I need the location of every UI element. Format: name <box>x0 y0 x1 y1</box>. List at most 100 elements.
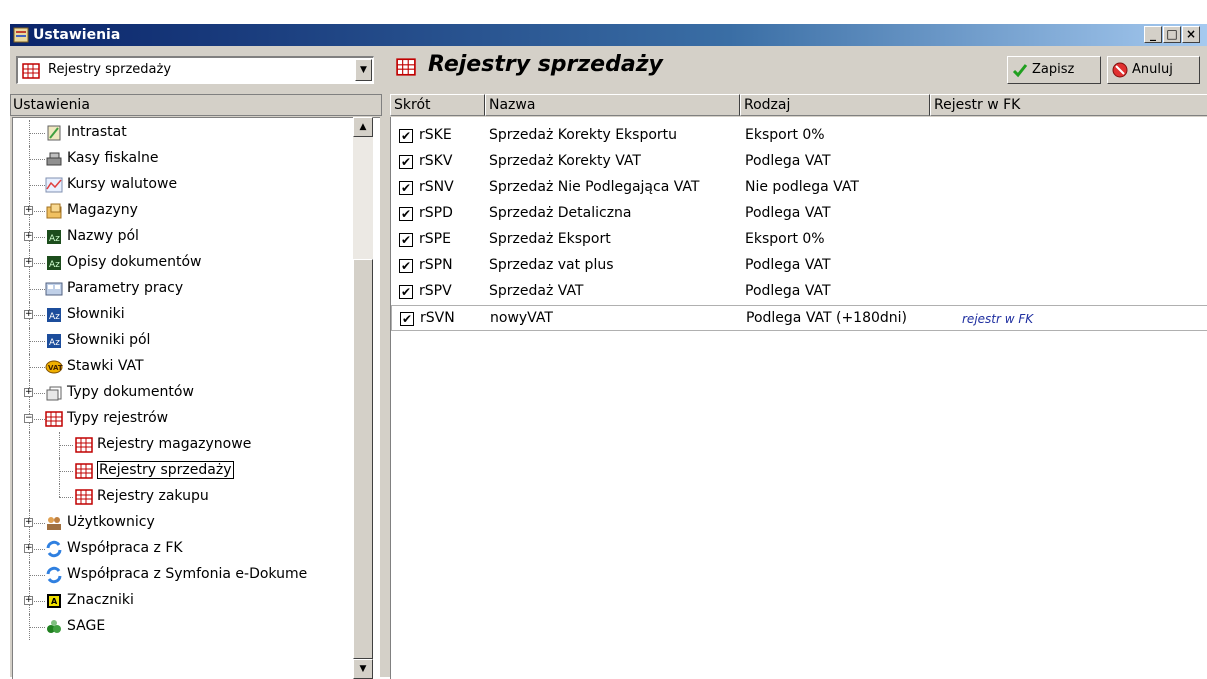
column-header-fk-register[interactable]: Rejestr w FK <box>930 94 1207 116</box>
combo-value: Rejestry sprzedaży <box>48 62 172 77</box>
tree-item[interactable]: SAGE <box>13 614 363 640</box>
row-checkbox[interactable]: ✔ <box>399 259 413 273</box>
vat-icon: VAT <box>45 360 63 374</box>
column-header-kind[interactable]: Rodzaj <box>740 94 930 116</box>
tree-item-label: Rejestry magazynowe <box>97 436 252 452</box>
settings-navigator: Rejestry sprzedaży ▼ Ustawienia Intrasta… <box>10 46 384 679</box>
register-icon <box>75 463 93 479</box>
expand-icon[interactable]: + <box>24 206 33 215</box>
az-green-icon: Az <box>47 230 61 244</box>
collapse-icon[interactable]: − <box>24 414 33 423</box>
tree-item[interactable]: Rejestry sprzedaży <box>13 458 363 484</box>
table-row[interactable]: ✔ rSVN nowyVAT Podlega VAT (+180dni) rejestr… <box>391 305 1207 331</box>
cell-code: rSKE <box>419 127 452 143</box>
settings-combo[interactable]: Rejestry sprzedaży ▼ <box>16 56 374 84</box>
cell-kind: Podlega VAT <box>745 257 831 273</box>
title-bar[interactable]: Ustawienia _ □ × <box>10 24 1207 46</box>
table-row[interactable]: ✔ rSNV Sprzedaż Nie Podlegająca VAT Nie pod… <box>391 175 1207 201</box>
az-green-icon: Az <box>47 256 61 270</box>
tree-header: Ustawienia <box>10 94 382 116</box>
column-header-code[interactable]: Skrót <box>390 94 485 116</box>
tree-item[interactable]: + Az Opisy dokumentów <box>13 250 363 276</box>
tree-item[interactable]: Kasy fiskalne <box>13 146 363 172</box>
expand-icon[interactable]: + <box>24 258 33 267</box>
table-row[interactable]: ✔ rSKV Sprzedaż Korekty VAT Podlega VAT <box>391 149 1207 175</box>
tree-item[interactable]: + Współpraca z FK <box>13 536 363 562</box>
expand-icon[interactable]: + <box>24 232 33 241</box>
tree-line <box>29 133 45 134</box>
cell-name: Sprzedaż VAT <box>489 283 584 299</box>
tree-item-label: Nazwy pól <box>67 228 139 244</box>
scroll-thumb[interactable] <box>353 259 373 659</box>
tag-icon: A <box>47 594 61 608</box>
cash-register-icon <box>46 152 62 166</box>
expand-icon[interactable]: + <box>24 544 33 553</box>
chart-icon <box>45 177 63 193</box>
row-checkbox[interactable]: ✔ <box>399 155 413 169</box>
table-row[interactable]: ✔ rSPV Sprzedaż VAT Podlega VAT <box>391 279 1207 305</box>
tree-item[interactable]: Parametry pracy <box>13 276 363 302</box>
registers-grid[interactable]: ✔ rSKE Sprzedaż Korekty Eksportu Eksport 0%… <box>390 117 1207 679</box>
cell-name: Sprzedaż Eksport <box>489 231 611 247</box>
sync-icon <box>46 540 62 558</box>
tree-item[interactable]: + A Znaczniki <box>13 588 363 614</box>
tree-line <box>59 445 73 446</box>
tree-item-label: Parametry pracy <box>67 280 184 296</box>
window-title: Ustawienia <box>33 27 121 43</box>
column-header-name[interactable]: Nazwa <box>485 94 740 116</box>
tree-item-label: Typy dokumentów <box>67 384 194 400</box>
tree-scrollbar[interactable]: ▲ ▼ <box>353 117 373 679</box>
settings-tree[interactable]: Intrastat Kasy fiskalne Kursy walutowe + Mag… <box>12 117 380 679</box>
sage-icon <box>47 620 61 633</box>
cell-name: Sprzedaż Nie Podlegająca VAT <box>489 179 700 195</box>
svg-text:Az: Az <box>49 312 60 322</box>
table-row[interactable]: ✔ rSKE Sprzedaż Korekty Eksportu Eksport 0% <box>391 123 1207 149</box>
tree-item[interactable]: Az Słowniki pól <box>13 328 363 354</box>
row-checkbox[interactable]: ✔ <box>399 207 413 221</box>
tree-item[interactable]: + Az Nazwy pól <box>13 224 363 250</box>
expand-icon[interactable]: + <box>24 310 33 319</box>
row-checkbox[interactable]: ✔ <box>400 312 414 326</box>
cancel-button[interactable]: Anuluj <box>1107 56 1200 84</box>
tree-item[interactable]: − Typy rejestrów <box>13 406 363 432</box>
tree-item-label: Słowniki pól <box>67 332 151 348</box>
tree-item[interactable]: Współpraca z Symfonia e-Dokume <box>13 562 363 588</box>
table-row[interactable]: ✔ rSPE Sprzedaż Eksport Eksport 0% <box>391 227 1207 253</box>
table-row[interactable]: ✔ rSPD Sprzedaż Detaliczna Podlega VAT <box>391 201 1207 227</box>
save-button[interactable]: Zapisz <box>1007 56 1101 84</box>
tree-item[interactable]: + Az Słowniki <box>13 302 363 328</box>
intrastat-icon <box>47 125 61 141</box>
row-checkbox[interactable]: ✔ <box>399 233 413 247</box>
close-button[interactable]: × <box>1182 26 1200 43</box>
tree-item[interactable]: + Typy dokumentów <box>13 380 363 406</box>
cell-kind: Podlega VAT <box>745 153 831 169</box>
tree-line <box>29 575 45 576</box>
tree-item-label: Rejestry sprzedaży <box>97 461 234 479</box>
minimize-button[interactable]: _ <box>1144 26 1162 43</box>
table-row[interactable]: ✔ rSPN Sprzedaz vat plus Podlega VAT <box>391 253 1207 279</box>
tree-item-label: Współpraca z FK <box>67 540 183 556</box>
documents-icon <box>46 386 62 401</box>
tree-item[interactable]: Rejestry zakupu <box>13 484 363 510</box>
row-checkbox[interactable]: ✔ <box>399 181 413 195</box>
tree-item[interactable]: + Użytkownicy <box>13 510 363 536</box>
scroll-down-button[interactable]: ▼ <box>353 659 373 679</box>
scroll-track[interactable] <box>353 137 373 259</box>
row-checkbox[interactable]: ✔ <box>399 285 413 299</box>
tree-item[interactable]: + Magazyny <box>13 198 363 224</box>
settings-window: Ustawienia _ □ × Rejestry sprzedaży ▼ Us… <box>8 22 1207 679</box>
expand-icon[interactable]: + <box>24 518 33 527</box>
tree-item[interactable]: Intrastat <box>13 120 363 146</box>
tree-item[interactable]: Rejestry magazynowe <box>13 432 363 458</box>
expand-icon[interactable]: + <box>24 596 33 605</box>
tree-item-label: Kasy fiskalne <box>67 150 159 166</box>
maximize-button[interactable]: □ <box>1163 26 1181 43</box>
expand-icon[interactable]: + <box>24 388 33 397</box>
tree-item[interactable]: Kursy walutowe <box>13 172 363 198</box>
row-checkbox[interactable]: ✔ <box>399 129 413 143</box>
warehouse-icon <box>46 203 62 219</box>
svg-text:Az: Az <box>49 260 60 270</box>
tree-item[interactable]: VAT Stawki VAT <box>13 354 363 380</box>
chevron-down-icon[interactable]: ▼ <box>355 59 372 81</box>
scroll-up-button[interactable]: ▲ <box>353 117 373 137</box>
